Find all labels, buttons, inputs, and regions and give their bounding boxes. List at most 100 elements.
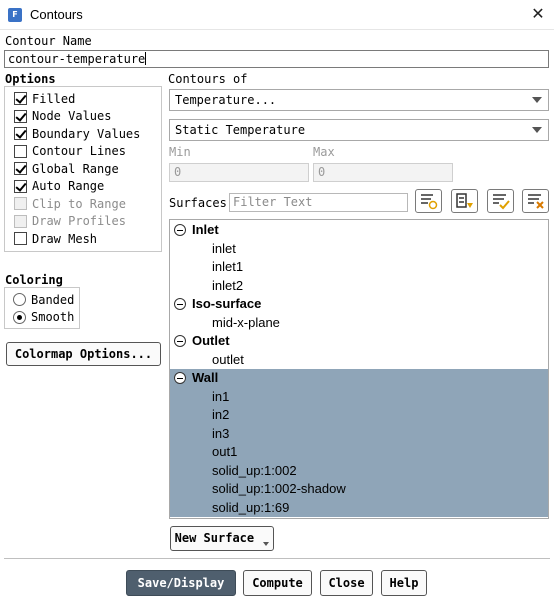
save-display-button[interactable]: Save/Display: [126, 570, 236, 596]
coloring-banded[interactable]: Banded: [13, 291, 74, 309]
surfaces-filter-input[interactable]: Filter Text: [229, 193, 408, 212]
checkbox[interactable]: [14, 109, 27, 123]
tree-item-label: in2: [212, 407, 230, 422]
tree-item-label: solid_up:1:002-shadow: [212, 481, 346, 496]
option-label: Contour Lines: [32, 144, 126, 159]
tree-item[interactable]: mid-x-plane: [170, 314, 548, 333]
window-title: Contours: [30, 7, 83, 22]
tree-item-label: inlet1: [212, 259, 244, 274]
tree-item-label: out1: [212, 444, 238, 459]
radio-button[interactable]: [13, 293, 26, 307]
new-surface-label: New Surface: [174, 531, 255, 545]
close-window-icon[interactable]: ✕: [528, 4, 548, 24]
checkbox[interactable]: [14, 162, 27, 176]
option-label: Draw Mesh: [32, 231, 98, 246]
coloring-option-label: Banded: [31, 292, 75, 307]
option-auto-range[interactable]: Auto Range: [14, 178, 140, 196]
tree-item[interactable]: inlet2: [170, 277, 548, 296]
tree-item[interactable]: solid_up:1:002-shadow: [170, 480, 548, 499]
title-bar: [0, 0, 554, 30]
tree-group-label: Outlet: [192, 333, 230, 348]
tree-item-label: outlet: [212, 351, 244, 367]
list-check-icon: [493, 194, 510, 210]
tree-item-label: solid_up:1:69: [212, 499, 290, 515]
option-node-values[interactable]: Node Values: [14, 108, 140, 126]
collapse-icon[interactable]: [174, 224, 186, 236]
checkbox[interactable]: [14, 127, 27, 141]
option-draw-profiles: Draw Profiles: [14, 213, 140, 231]
tree-item[interactable]: outlet: [170, 351, 548, 370]
coloring-smooth[interactable]: Smooth: [13, 309, 74, 327]
option-boundary-values[interactable]: Boundary Values: [14, 125, 140, 143]
app-icon: F: [8, 8, 22, 22]
option-filled[interactable]: Filled: [14, 90, 140, 108]
colormap-options-button[interactable]: Colormap Options...: [6, 342, 161, 366]
radio-button[interactable]: [13, 310, 26, 324]
tree-group-outlet[interactable]: Outlet: [170, 332, 548, 351]
tree-item[interactable]: inlet1: [170, 258, 548, 277]
tree-item[interactable]: in1: [170, 387, 548, 406]
tree-group-label: Wall: [192, 370, 219, 385]
option-clip-to-range: Clip to Range: [14, 195, 140, 213]
checkbox[interactable]: [14, 232, 27, 246]
contours-of-subfield-dropdown[interactable]: Static Temperature: [169, 119, 549, 141]
tree-group-label: Iso-surface: [192, 296, 262, 311]
compute-button[interactable]: Compute: [243, 570, 312, 596]
options-label: Options: [5, 72, 56, 86]
options-group: Filled Node Values Boundary Values Contour …: [4, 86, 162, 252]
checkbox[interactable]: [14, 144, 27, 158]
option-label: Filled: [32, 91, 76, 106]
tree-item-label: inlet: [212, 240, 236, 256]
help-button[interactable]: Help: [381, 570, 427, 596]
deselect-all-button[interactable]: [522, 189, 549, 213]
coloring-option-label: Smooth: [31, 310, 75, 325]
checkbox: [14, 214, 27, 228]
min-label: Min: [169, 145, 191, 159]
contour-name-value: contour-temperature: [8, 52, 146, 66]
tree-item-label: in3: [212, 425, 230, 441]
surfaces-tree[interactable]: Inlet inlet inlet1 inlet2 Iso-surface mid-x-p…: [169, 219, 549, 519]
coloring-group: Banded Smooth: [4, 287, 80, 329]
group-icon: [456, 193, 473, 208]
tree-item-label: solid_up:1:002: [212, 462, 297, 478]
tree-group-label: Inlet: [192, 222, 219, 237]
option-label: Draw Profiles: [32, 214, 126, 229]
tree-item[interactable]: in3: [170, 424, 548, 443]
tree-group-wall[interactable]: Wall: [170, 369, 548, 388]
collapse-icon[interactable]: [174, 298, 186, 310]
contours-of-value: Temperature...: [175, 93, 277, 107]
close-button[interactable]: Close: [320, 570, 373, 596]
tree-item[interactable]: inlet: [170, 240, 548, 259]
tree-group-inlet[interactable]: Inlet: [170, 221, 548, 240]
contours-of-subfield-value: Static Temperature: [175, 123, 306, 137]
option-label: Auto Range: [32, 179, 105, 194]
tree-item[interactable]: in2: [170, 406, 548, 425]
checkbox[interactable]: [14, 92, 27, 106]
tree-group-iso-surface[interactable]: Iso-surface: [170, 295, 548, 314]
collapse-icon[interactable]: [174, 372, 186, 384]
option-label: Global Range: [32, 161, 119, 176]
contour-name-input[interactable]: contour-temperature: [4, 50, 549, 68]
option-label: Node Values: [32, 109, 112, 124]
option-contour-lines[interactable]: Contour Lines: [14, 143, 140, 161]
collapse-icon[interactable]: [174, 335, 186, 347]
new-surface-button[interactable]: New Surface: [170, 526, 274, 551]
min-input[interactable]: 0: [169, 163, 309, 182]
contours-of-dropdown[interactable]: Temperature...: [169, 89, 549, 111]
option-draw-mesh[interactable]: Draw Mesh: [14, 230, 140, 248]
select-checked-button[interactable]: [487, 189, 514, 213]
tree-item[interactable]: out1: [170, 443, 548, 462]
select-all-button[interactable]: [415, 189, 442, 213]
option-global-range[interactable]: Global Range: [14, 160, 140, 178]
tree-item[interactable]: solid_up:1:002: [170, 461, 548, 480]
option-label: Boundary Values: [32, 126, 141, 141]
group-select-button[interactable]: [451, 189, 478, 213]
max-input[interactable]: 0: [313, 163, 453, 182]
chevron-down-icon: [532, 127, 542, 133]
chevron-down-icon: [532, 97, 542, 103]
checkbox: [14, 197, 27, 211]
tree-item[interactable]: solid_up:1:69: [170, 498, 548, 517]
text-cursor: [145, 52, 147, 65]
contour-name-label: Contour Name: [5, 34, 92, 48]
checkbox[interactable]: [14, 179, 27, 193]
